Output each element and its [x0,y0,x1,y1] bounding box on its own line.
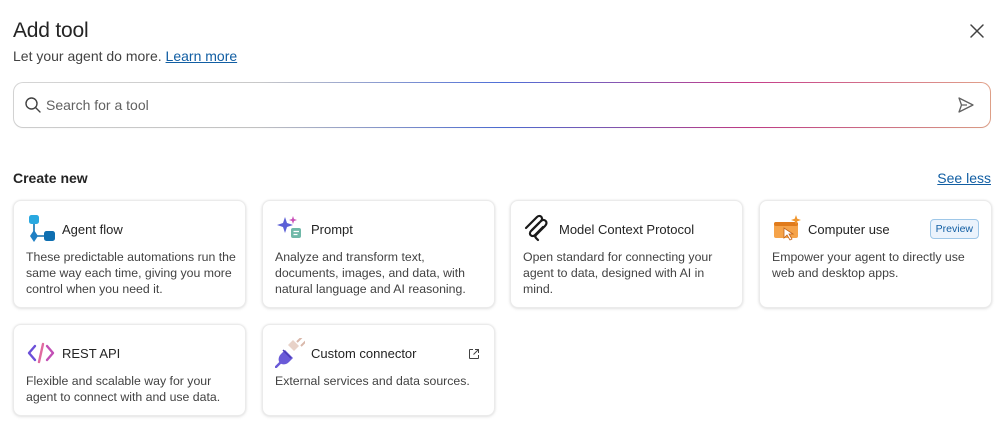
mcp-icon [523,214,553,244]
card-description: These predictable automations run the sa… [26,250,236,296]
subtitle-text: Let your agent do more. [13,48,162,64]
see-less-link[interactable]: See less [937,170,991,186]
card-description: Analyze and transform text, documents, i… [275,250,466,296]
open-external-icon[interactable] [468,347,480,365]
close-icon [970,24,984,38]
search-input[interactable] [46,92,926,118]
search-box [13,82,991,128]
dialog-subtitle: Let your agent do more. Learn more [13,48,237,64]
tool-card-computer-use[interactable]: Computer use Preview Empower your agent … [759,200,992,308]
card-name: Prompt [311,222,353,237]
computer-use-icon [772,214,802,244]
agent-flow-icon [26,214,56,244]
send-icon [958,97,974,113]
tool-card-agent-flow[interactable]: Agent flow These predictable automations… [13,200,246,308]
send-button[interactable] [954,94,978,116]
card-name: Model Context Protocol [559,222,695,237]
card-description: Empower your agent to directly use web a… [772,250,965,280]
preview-badge: Preview [929,219,979,239]
card-name: REST API [62,346,121,361]
card-name: Custom connector [311,346,417,361]
tool-card-prompt[interactable]: Prompt Analyze and transform text, docum… [262,200,495,308]
dialog-title: Add tool [13,19,89,42]
rest-api-icon [26,338,56,368]
prompt-icon [275,214,305,244]
card-name: Agent flow [62,222,123,237]
card-description: Flexible and scalable way for your agent… [26,374,221,404]
card-name: Computer use [808,222,890,237]
card-description: Open standard for connecting your agent … [523,250,713,296]
card-description: External services and data sources. [275,374,470,388]
learn-more-link[interactable]: Learn more [166,48,238,64]
tool-card-custom-connector[interactable]: Custom connector External services and d… [262,324,495,416]
section-title: Create new [13,170,88,186]
custom-connector-icon [275,338,305,368]
tool-card-rest-api[interactable]: REST API Flexible and scalable way for y… [13,324,246,416]
search-icon [25,97,41,113]
close-button[interactable] [964,18,990,44]
add-tool-dialog: Add tool Let your agent do more. Learn m… [0,0,1008,431]
tool-card-mcp[interactable]: Model Context Protocol Open standard for… [510,200,743,308]
